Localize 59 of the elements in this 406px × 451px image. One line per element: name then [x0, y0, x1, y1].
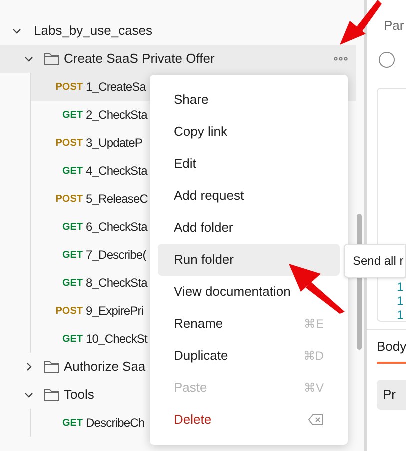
line-number: 1: [397, 280, 404, 294]
menu-item[interactable]: Add request: [158, 180, 340, 212]
folder-label: Create SaaS Private Offer: [64, 50, 215, 68]
request-label: 5_ReleaseC: [86, 191, 148, 208]
method-label: GET: [61, 276, 83, 290]
tooltip-text: Send all r: [353, 253, 404, 270]
method-label: GET: [61, 332, 83, 346]
method-label: GET: [61, 416, 83, 430]
folder-label: Labs_by_use_cases: [34, 22, 153, 40]
preview-button[interactable]: Pr: [377, 380, 406, 410]
method-label: GET: [61, 108, 83, 122]
request-label: 4_CheckSta: [86, 163, 148, 180]
radio-button[interactable]: [379, 52, 395, 68]
method-label: GET: [61, 164, 83, 178]
shortcut-text: ⌘D: [303, 348, 324, 365]
request-label: 9_ExpirePri: [86, 303, 144, 320]
backspace-icon: [308, 414, 324, 426]
request-label: 3_UpdateP: [86, 135, 142, 152]
menu-item[interactable]: Run folder: [158, 244, 340, 276]
shortcut-text: ⌘E: [304, 316, 324, 333]
menu-item[interactable]: Share: [158, 84, 340, 116]
method-label: POST: [54, 192, 83, 206]
menu-item[interactable]: Duplicate ⌘D: [158, 340, 340, 372]
folder-icon: [44, 360, 60, 374]
request-label: 1_CreateSa: [86, 79, 146, 96]
menu-item[interactable]: Delete: [158, 404, 340, 436]
request-label: 7_Describe(: [86, 247, 146, 264]
method-label: GET: [61, 220, 83, 234]
folder-icon: [44, 52, 60, 66]
folder-label: Tools: [64, 386, 94, 404]
menu-item[interactable]: Add folder: [158, 212, 340, 244]
menu-item[interactable]: View documentation: [158, 276, 340, 308]
shortcut-text: ⌘V: [304, 380, 324, 397]
line-number: 1: [397, 308, 404, 322]
request-label: 6_CheckSta: [86, 219, 148, 236]
request-label: 2_CheckSta: [86, 107, 148, 124]
more-icon[interactable]: [334, 57, 348, 61]
menu-item[interactable]: Rename ⌘E: [158, 308, 340, 340]
chevron-right-icon[interactable]: [24, 362, 34, 372]
folder-row[interactable]: Tools: [0, 381, 98, 409]
folder-row[interactable]: Labs_by_use_cases: [0, 17, 157, 45]
method-label: POST: [54, 80, 83, 94]
method-label: POST: [54, 304, 83, 318]
menu-item[interactable]: Edit: [158, 148, 340, 180]
folder-label: Authorize Saa: [64, 358, 146, 376]
request-label: 10_CheckSt: [86, 331, 148, 348]
chevron-down-icon[interactable]: [24, 54, 34, 64]
chevron-down-icon[interactable]: [12, 26, 22, 36]
folder-icon: [44, 388, 60, 402]
method-label: POST: [54, 136, 83, 150]
request-label: DescribeCh: [86, 415, 145, 432]
tab-label[interactable]: Par: [384, 16, 404, 36]
method-label: GET: [61, 248, 83, 262]
folder-row[interactable]: Create SaaS Private Offer: [0, 45, 356, 73]
menu-item[interactable]: Copy link: [158, 116, 340, 148]
line-number: 1: [397, 294, 404, 308]
request-label: 8_CheckSta: [86, 275, 148, 292]
chevron-down-icon[interactable]: [24, 390, 34, 400]
folder-row[interactable]: Authorize Saa: [0, 353, 150, 381]
